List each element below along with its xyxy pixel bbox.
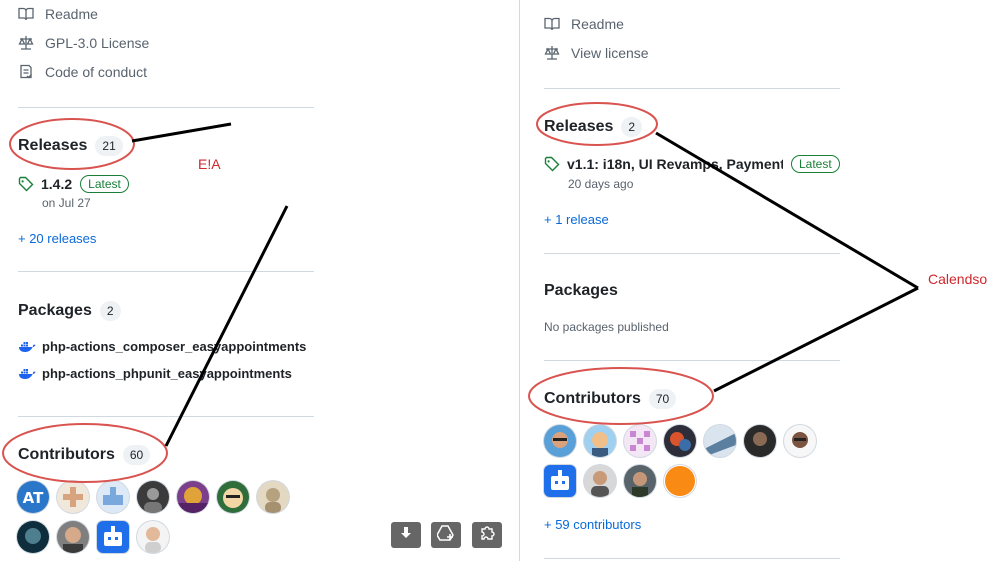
connector-line [131, 122, 232, 143]
contributors-highlight-ellipse [528, 367, 714, 425]
releases-highlight-ellipse [536, 102, 658, 146]
calendso-label: Calendso [928, 271, 988, 287]
eia-label: E!A [198, 156, 221, 172]
releases-highlight-ellipse [9, 118, 135, 170]
contributors-highlight-ellipse [2, 423, 168, 483]
connector-line [164, 205, 289, 447]
annotation-overlay [2, 102, 919, 483]
connector-line [655, 131, 919, 290]
connector-line [713, 286, 919, 393]
